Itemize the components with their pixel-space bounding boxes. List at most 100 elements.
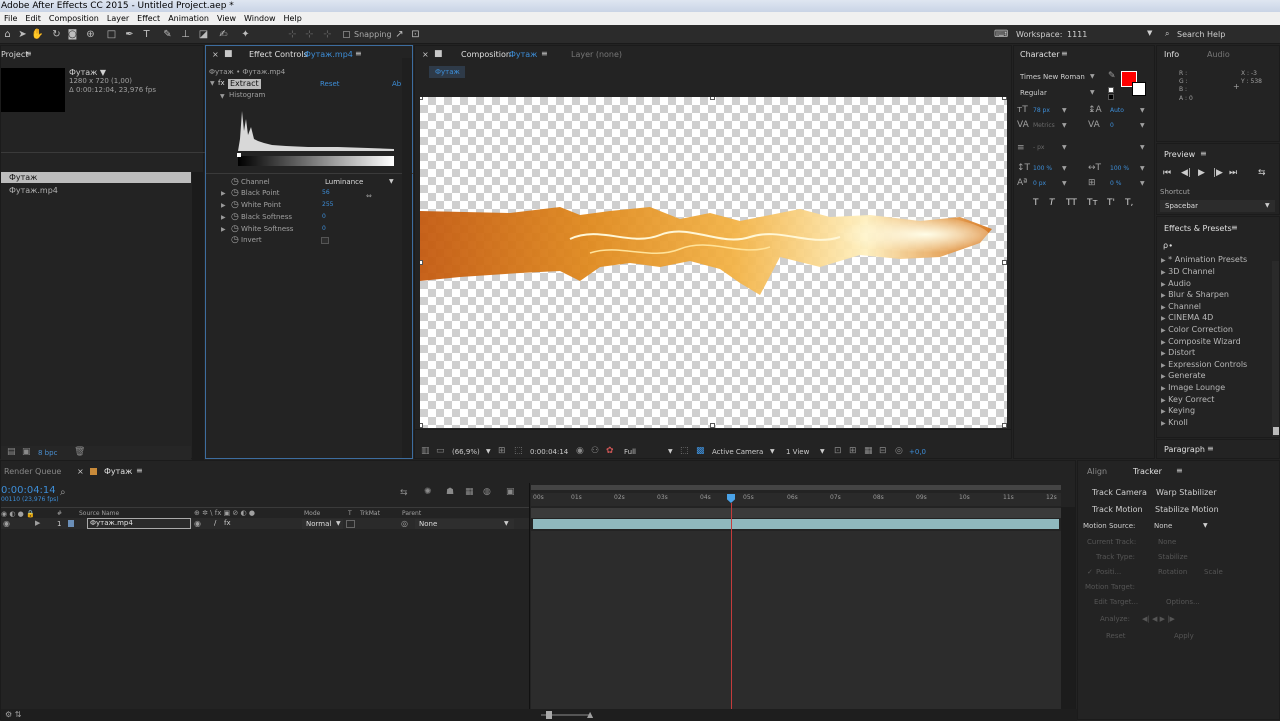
panel-menu-icon[interactable]: ≡: [1176, 466, 1183, 475]
comp-mini-flowchart-icon[interactable]: ⇆: [400, 488, 408, 498]
toggle-switches-icon[interactable]: ⚙ ⇅: [5, 710, 21, 719]
position-checkbox[interactable]: ✓: [1087, 568, 1093, 576]
preset-composite-wizard[interactable]: ▶ Composite Wizard: [1161, 337, 1241, 346]
stopwatch-icon[interactable]: ◷: [231, 177, 239, 187]
expand-triangle-icon[interactable]: ▶: [221, 214, 226, 221]
close-icon[interactable]: ×: [212, 50, 219, 59]
eraser-tool-icon[interactable]: ◪: [198, 29, 209, 40]
panel-menu-icon[interactable]: ≡: [1207, 444, 1214, 453]
interpret-footage-icon[interactable]: ▤: [7, 447, 16, 457]
apply-button[interactable]: Apply: [1174, 632, 1194, 640]
chevron-down-icon[interactable]: ▼: [1265, 202, 1270, 209]
snap-feature-icon[interactable]: ⊡: [410, 29, 421, 40]
safe-zones-icon[interactable]: ⊞: [498, 446, 506, 456]
track-motion-button[interactable]: Track Motion: [1092, 505, 1143, 514]
tab-composition[interactable]: Composition: [461, 50, 511, 59]
chevron-down-icon[interactable]: ▼: [336, 520, 341, 527]
tab-layer[interactable]: Layer (none): [571, 50, 622, 59]
new-folder-icon[interactable]: ▣: [22, 447, 31, 457]
tab-render-queue[interactable]: Render Queue: [4, 467, 61, 476]
current-timecode[interactable]: 0:00:04:14: [530, 448, 568, 456]
loop-icon[interactable]: ⇆: [1258, 168, 1266, 178]
pen-tool-icon[interactable]: ✒: [124, 29, 135, 40]
preset-channel[interactable]: ▶ Channel: [1161, 302, 1201, 311]
chevron-down-icon[interactable]: ▼: [1140, 165, 1145, 172]
chevron-down-icon[interactable]: ▼: [1090, 73, 1095, 80]
preserve-transparency-checkbox[interactable]: [346, 520, 355, 528]
transform-handle[interactable]: [1002, 423, 1007, 428]
chevron-down-icon[interactable]: ▼: [504, 520, 509, 527]
preset-audio[interactable]: ▶ Audio: [1161, 279, 1191, 288]
transform-handle[interactable]: [710, 423, 715, 428]
preset-color-correction[interactable]: ▶ Color Correction: [1161, 325, 1233, 334]
panel-menu-icon[interactable]: ≡: [136, 466, 143, 475]
reset-button[interactable]: Reset: [1106, 632, 1126, 640]
font-style-select[interactable]: Regular: [1020, 89, 1047, 97]
composition-target[interactable]: Футаж: [509, 50, 537, 59]
black-point-handle[interactable]: [237, 153, 241, 157]
effect-controls-scrollbar[interactable]: [402, 58, 412, 458]
font-size-value[interactable]: 78 px: [1033, 107, 1050, 114]
menu-file[interactable]: File: [0, 14, 21, 23]
expand-triangle-icon[interactable]: ▶: [35, 519, 40, 527]
brush-tool-icon[interactable]: ✎: [162, 29, 173, 40]
chevron-down-icon[interactable]: ▼: [668, 448, 673, 455]
histogram-gradient-bar[interactable]: [238, 156, 394, 166]
header-trkmat[interactable]: TrkMat: [360, 510, 380, 517]
black-swatch[interactable]: [1108, 94, 1114, 100]
font-family-select[interactable]: Times New Roman: [1020, 73, 1085, 81]
tab-effects-presets[interactable]: Effects & Presets: [1164, 224, 1232, 233]
panel-menu-icon[interactable]: ≡: [1231, 223, 1238, 232]
always-preview-icon[interactable]: ▥: [421, 446, 430, 456]
tab-align[interactable]: Align: [1087, 467, 1107, 476]
quality-switch-icon[interactable]: /: [214, 519, 216, 527]
panel-menu-icon[interactable]: ≡: [1200, 149, 1207, 158]
options-button[interactable]: Options...: [1166, 598, 1200, 606]
zoom-select[interactable]: (66,9%): [452, 448, 480, 456]
menu-view[interactable]: View: [213, 14, 240, 23]
workspace-select[interactable]: 1111: [1067, 30, 1087, 39]
tab-character[interactable]: Character: [1020, 50, 1060, 59]
scale-label[interactable]: Scale: [1204, 568, 1223, 576]
expand-triangle-icon[interactable]: ▶: [221, 190, 226, 197]
resolution-select[interactable]: Full: [624, 448, 636, 456]
chevron-down-icon[interactable]: ▼: [1062, 165, 1067, 172]
toggle-pixel-icon[interactable]: ⊡: [834, 446, 842, 456]
header-parent[interactable]: Parent: [402, 510, 421, 517]
layer-duration-bar[interactable]: [533, 519, 1059, 529]
motion-source-select[interactable]: None: [1154, 522, 1172, 530]
tab-audio[interactable]: Audio: [1207, 50, 1230, 59]
panel-menu-icon[interactable]: ≡: [355, 49, 362, 58]
stroke-width-value[interactable]: - px: [1033, 144, 1044, 151]
close-icon[interactable]: ×: [422, 50, 429, 59]
roto-brush-tool-icon[interactable]: ✍: [218, 29, 229, 40]
menu-help[interactable]: Help: [280, 14, 306, 23]
scroll-thumb[interactable]: [1273, 427, 1279, 435]
timeline-timecode[interactable]: 0:00:04:14: [1, 485, 56, 496]
lock-icon[interactable]: ■: [224, 49, 233, 59]
chevron-down-icon[interactable]: ▼: [1062, 144, 1067, 151]
timeline-track-area[interactable]: [531, 531, 1061, 711]
menu-composition[interactable]: Composition: [45, 14, 103, 23]
panel-menu-icon[interactable]: ≡: [25, 49, 32, 58]
next-frame-icon[interactable]: |▶: [1213, 168, 1223, 178]
search-icon[interactable]: ⌕: [60, 487, 66, 498]
stopwatch-icon[interactable]: ◷: [231, 200, 239, 210]
camera-tool-icon[interactable]: ◙: [67, 29, 78, 40]
exposure-reset-icon[interactable]: ◎: [895, 446, 903, 456]
puppet-tool-icon[interactable]: ✦: [240, 29, 251, 40]
superscript-button[interactable]: T': [1107, 198, 1115, 208]
panel-menu-icon[interactable]: ≡: [1061, 49, 1068, 58]
preset-keying[interactable]: ▶ Keying: [1161, 406, 1195, 415]
small-caps-button[interactable]: Tт: [1087, 198, 1098, 208]
tsume-value[interactable]: 0 %: [1110, 180, 1121, 187]
lock-icon[interactable]: ■: [434, 49, 443, 59]
chevron-down-icon[interactable]: ▼: [1147, 29, 1152, 37]
white-softness-value[interactable]: 0: [322, 225, 326, 232]
snapshot-icon[interactable]: ◉: [576, 446, 584, 456]
tab-info[interactable]: Info: [1164, 50, 1179, 59]
stroke-color-swatch[interactable]: [1132, 82, 1146, 96]
preset-image-lounge[interactable]: ▶ Image Lounge: [1161, 383, 1225, 392]
transform-handle[interactable]: [420, 260, 423, 265]
layer-color-label[interactable]: [68, 520, 74, 527]
